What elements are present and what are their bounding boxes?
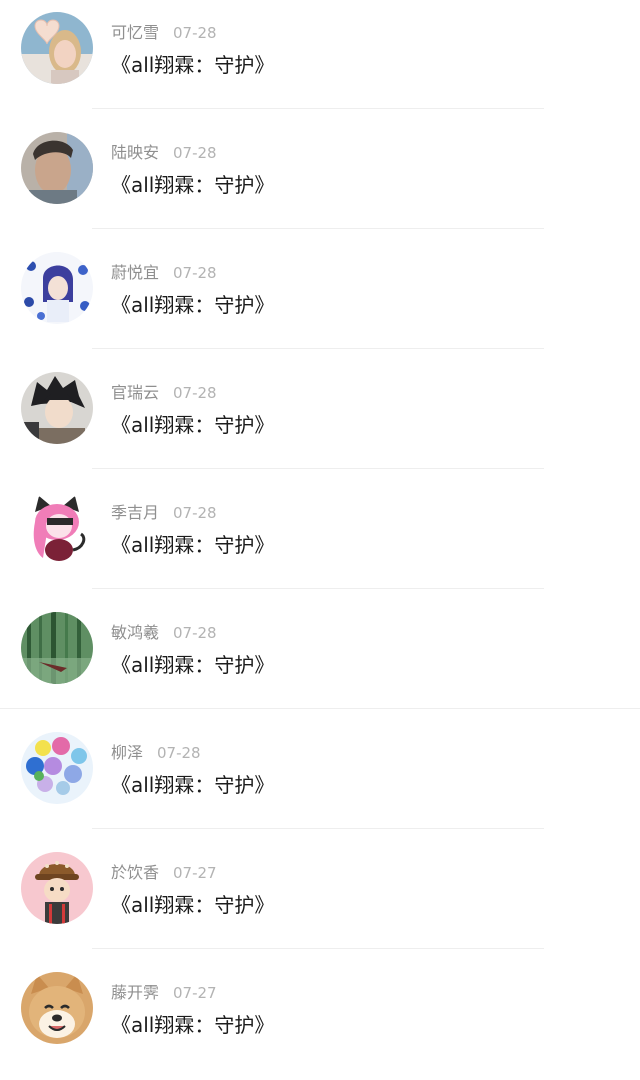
comment-date: 07-28 bbox=[157, 744, 201, 762]
divider bbox=[92, 588, 544, 589]
comment-text: 《all翔霖：守护》 bbox=[111, 773, 275, 797]
comment-meta: 蔚悦宜 07-28 bbox=[111, 262, 217, 284]
comment-date: 07-28 bbox=[173, 624, 217, 642]
comment-text: 《all翔霖：守护》 bbox=[111, 533, 275, 557]
comment-date: 07-27 bbox=[173, 864, 217, 882]
comment-meta: 陆映安 07-28 bbox=[111, 142, 217, 164]
username[interactable]: 可忆雪 bbox=[111, 23, 159, 42]
divider bbox=[92, 948, 544, 949]
comment-date: 07-28 bbox=[173, 504, 217, 522]
comment-item[interactable]: 可忆雪 07-28 《all翔霖：守护》 bbox=[0, 0, 640, 120]
comment-text: 《all翔霖：守护》 bbox=[111, 893, 275, 917]
comment-item[interactable]: 藤开霁 07-27 《all翔霖：守护》 bbox=[0, 960, 640, 1080]
comment-meta: 官瑞云 07-28 bbox=[111, 382, 217, 404]
anime-blue-butterflies-avatar-icon[interactable] bbox=[21, 252, 93, 324]
username[interactable]: 柳泽 bbox=[111, 743, 143, 762]
comment-text: 《all翔霖：守护》 bbox=[111, 1013, 275, 1037]
username[interactable]: 官瑞云 bbox=[111, 383, 159, 402]
anime-dark-hair-boy-avatar-icon[interactable] bbox=[21, 372, 93, 444]
comment-text: 《all翔霖：守护》 bbox=[111, 653, 275, 677]
comment-item[interactable]: 官瑞云 07-28 《all翔霖：守护》 bbox=[0, 360, 640, 480]
comment-date: 07-28 bbox=[173, 264, 217, 282]
comment-date: 07-28 bbox=[173, 24, 217, 42]
green-forest-avatar-icon[interactable] bbox=[21, 612, 93, 684]
comment-item[interactable]: 季吉月 07-28 《all翔霖：守护》 bbox=[0, 480, 640, 600]
girl-heart-hands-avatar-icon[interactable] bbox=[21, 12, 93, 84]
comment-meta: 季吉月 07-28 bbox=[111, 502, 217, 524]
comment-item[interactable]: 於饮香 07-27 《all翔霖：守护》 bbox=[0, 840, 640, 960]
comment-item[interactable]: 蔚悦宜 07-28 《all翔霖：守护》 bbox=[0, 240, 640, 360]
comment-date: 07-28 bbox=[173, 144, 217, 162]
comment-text: 《all翔霖：守护》 bbox=[111, 53, 275, 77]
shiba-dog-avatar-icon[interactable] bbox=[21, 972, 93, 1044]
divider bbox=[0, 708, 640, 709]
divider bbox=[92, 228, 544, 229]
comment-meta: 敏鸿羲 07-28 bbox=[111, 622, 217, 644]
divider bbox=[92, 348, 544, 349]
comment-item[interactable]: 柳泽 07-28 《all翔霖：守护》 bbox=[0, 720, 640, 840]
divider bbox=[92, 828, 544, 829]
username[interactable]: 藤开霁 bbox=[111, 983, 159, 1002]
comment-item[interactable]: 敏鸿羲 07-28 《all翔霖：守护》 bbox=[0, 600, 640, 720]
comment-item[interactable]: 陆映安 07-28 《all翔霖：守护》 bbox=[0, 120, 640, 240]
comment-meta: 可忆雪 07-28 bbox=[111, 22, 217, 44]
divider bbox=[92, 108, 544, 109]
username[interactable]: 於饮香 bbox=[111, 863, 159, 882]
comment-meta: 於饮香 07-27 bbox=[111, 862, 217, 884]
comment-date: 07-28 bbox=[173, 384, 217, 402]
comment-text: 《all翔霖：守护》 bbox=[111, 293, 275, 317]
comment-meta: 藤开霁 07-27 bbox=[111, 982, 217, 1004]
comment-date: 07-27 bbox=[173, 984, 217, 1002]
username[interactable]: 季吉月 bbox=[111, 503, 159, 522]
username[interactable]: 蔚悦宜 bbox=[111, 263, 159, 282]
divider bbox=[92, 468, 544, 469]
comment-text: 《all翔霖：守护》 bbox=[111, 413, 275, 437]
cartoon-boy-hat-avatar-icon[interactable] bbox=[21, 852, 93, 924]
pink-hair-cat-ears-avatar-icon[interactable] bbox=[21, 492, 93, 564]
balloons-avatar-icon[interactable] bbox=[21, 732, 93, 804]
comment-text: 《all翔霖：守护》 bbox=[111, 173, 275, 197]
username[interactable]: 陆映安 bbox=[111, 143, 159, 162]
comment-list: 可忆雪 07-28 《all翔霖：守护》 陆映安 07-28 《all翔霖：守护》 bbox=[0, 0, 640, 1080]
comment-meta: 柳泽 07-28 bbox=[111, 742, 201, 764]
username[interactable]: 敏鸿羲 bbox=[111, 623, 159, 642]
boy-photo-avatar-icon[interactable] bbox=[21, 132, 93, 204]
